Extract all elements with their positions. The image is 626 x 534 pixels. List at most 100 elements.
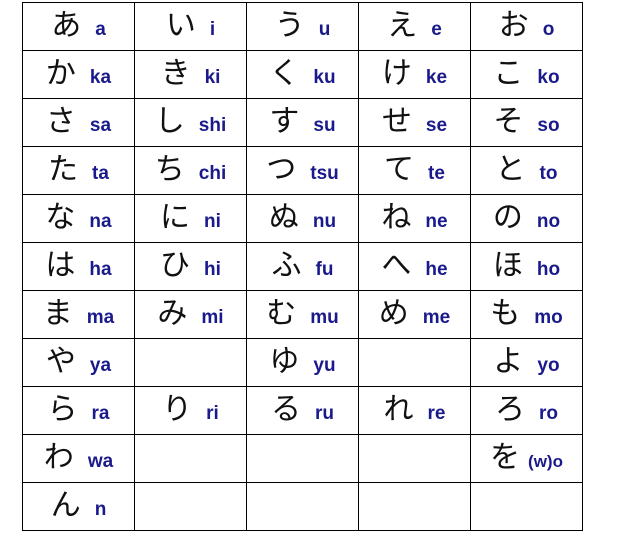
chart-row: や ya ゆ yu よ yo — [22, 338, 583, 387]
hiragana-chart-body: あ a い i う u え e お o か ka き ki く ku け ke こ ko さ sa し shi す su せ se そ s… — [22, 2, 583, 531]
romaji-label: se — [425, 114, 448, 136]
kana-cell: と to — [470, 146, 583, 195]
hiragana-character: こ — [493, 55, 524, 91]
romaji-label: a — [95, 18, 106, 40]
empty-cell — [358, 338, 471, 387]
romaji-label: ru — [315, 402, 334, 424]
romaji-label: no — [536, 210, 561, 232]
romaji-label: ha — [89, 258, 112, 280]
hiragana-character: な — [45, 199, 76, 235]
hiragana-character: せ — [381, 103, 412, 139]
hiragana-character: り — [162, 391, 193, 427]
romaji-label: tsu — [310, 162, 339, 184]
kana-cell: は ha — [22, 242, 135, 291]
kana-cell: れ re — [358, 386, 471, 435]
kana-cell: く ku — [246, 50, 359, 99]
kana-cell: た ta — [22, 146, 135, 195]
kana-cell: み mi — [134, 290, 247, 339]
hiragana-character: け — [381, 55, 412, 91]
romaji-label: mu — [310, 306, 339, 328]
hiragana-character: す — [269, 103, 300, 139]
romaji-label: hi — [204, 258, 221, 280]
hiragana-character: は — [45, 247, 76, 283]
romaji-label: ro — [539, 402, 558, 424]
hiragana-character: い — [165, 7, 196, 43]
kana-cell: そ so — [470, 98, 583, 147]
kana-cell: こ ko — [470, 50, 583, 99]
empty-cell — [134, 434, 247, 483]
chart-row: んn — [22, 482, 583, 531]
hiragana-character: ほ — [492, 247, 523, 283]
romaji-label: re — [427, 402, 446, 424]
romaji-label: ke — [425, 66, 448, 88]
hiragana-character: ま — [42, 295, 73, 331]
kana-cell: も mo — [470, 290, 583, 339]
romaji-label: u — [318, 18, 331, 40]
chart-row: た ta ち chi つ tsu て te と to — [22, 146, 583, 195]
kana-cell: る ru — [246, 386, 359, 435]
kana-cell: ま ma — [22, 290, 135, 339]
hiragana-character: ら — [47, 391, 78, 427]
romaji-label: nu — [312, 210, 337, 232]
romaji-label: na — [89, 210, 112, 232]
romaji-label: i — [209, 18, 216, 40]
hiragana-character: わ — [43, 439, 74, 475]
chart-row: は ha ひ hi ふ fu へ he ほ ho — [22, 242, 583, 291]
kana-cell: うu — [246, 2, 359, 51]
romaji-label: e — [431, 18, 442, 40]
hiragana-character: む — [266, 295, 297, 331]
romaji-label: te — [428, 162, 445, 184]
romaji-label: ki — [204, 66, 221, 88]
romaji-label: ma — [86, 306, 115, 328]
kana-cell: ゆ yu — [246, 338, 359, 387]
romaji-label: so — [537, 114, 560, 136]
hiragana-character: ろ — [495, 391, 525, 427]
romaji-label: mo — [534, 306, 563, 328]
hiragana-character: つ — [266, 151, 297, 187]
chart-row: な na に ni ぬ nu ね ne の no — [22, 194, 583, 243]
hiragana-character: き — [160, 55, 191, 91]
hiragana-character: め — [378, 295, 409, 331]
empty-cell — [134, 338, 247, 387]
hiragana-character: ん — [50, 487, 81, 523]
kana-cell: えe — [358, 2, 471, 51]
hiragana-character: え — [387, 7, 418, 43]
kana-cell: さ sa — [22, 98, 135, 147]
romaji-label: o — [542, 18, 555, 40]
kana-cell: ほ ho — [470, 242, 583, 291]
kana-cell: し shi — [134, 98, 247, 147]
romaji-label: chi — [198, 162, 227, 184]
romaji-label: ya — [89, 354, 112, 376]
kana-cell: いi — [134, 2, 247, 51]
hiragana-character: ひ — [160, 247, 191, 283]
empty-cell — [134, 482, 247, 531]
hiragana-character: そ — [493, 103, 524, 139]
empty-cell — [470, 482, 583, 531]
kana-cell: け ke — [358, 50, 471, 99]
romaji-label: ka — [89, 66, 112, 88]
kana-cell: き ki — [134, 50, 247, 99]
kana-cell: へ he — [358, 242, 471, 291]
empty-cell — [358, 434, 471, 483]
romaji-label: ne — [425, 210, 448, 232]
kana-cell: ね ne — [358, 194, 471, 243]
romaji-label: to — [539, 162, 558, 184]
romaji-label: he — [425, 258, 448, 280]
chart-row: ら ra り ri る ru れ re ろ ro — [22, 386, 583, 435]
kana-cell: て te — [358, 146, 471, 195]
kana-cell: ち chi — [134, 146, 247, 195]
romaji-label: ta — [92, 162, 109, 184]
hiragana-character: へ — [381, 247, 412, 283]
hiragana-character: よ — [493, 343, 524, 379]
kana-cell: ひ hi — [134, 242, 247, 291]
kana-cell: ら ra — [22, 386, 135, 435]
romaji-label: shi — [198, 114, 227, 136]
kana-cell: や ya — [22, 338, 135, 387]
kana-cell: ふ fu — [246, 242, 359, 291]
hiragana-character: ち — [154, 151, 185, 187]
hiragana-character: し — [154, 103, 185, 139]
empty-cell — [358, 482, 471, 531]
hiragana-character: さ — [45, 103, 76, 139]
hiragana-character: る — [271, 391, 301, 427]
kana-cell: せ se — [358, 98, 471, 147]
